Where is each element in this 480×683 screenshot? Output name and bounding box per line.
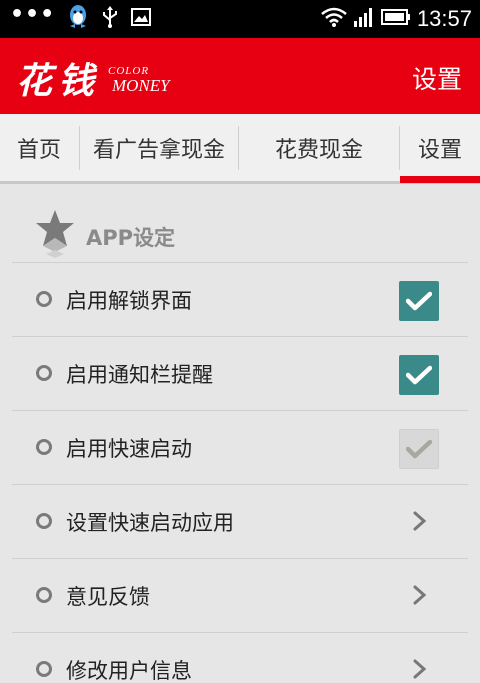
setting-row-quick-launch-app[interactable]: 设置快速启动应用	[12, 484, 468, 558]
qq-penguin-icon	[67, 4, 89, 34]
wifi-icon	[321, 6, 347, 32]
status-bar-notifications: •••	[10, 0, 152, 38]
status-bar: ••• 13:57	[0, 0, 480, 38]
chevron-right-icon	[412, 657, 428, 683]
signal-icon	[353, 6, 375, 32]
logo-en-bottom: MONEY	[112, 76, 170, 95]
tab-spend-cash[interactable]: 花费现金	[239, 114, 399, 181]
setting-row-unlock-screen[interactable]: 启用解锁界面	[12, 262, 468, 336]
star-icon	[34, 208, 76, 264]
app-header: 花钱 COLOR MONEY 设置	[0, 38, 480, 114]
setting-row-notification[interactable]: 启用通知栏提醒	[12, 336, 468, 410]
bullet-icon	[36, 439, 52, 455]
setting-label: 设置快速启动应用	[66, 511, 234, 535]
checkmark-icon	[406, 439, 432, 459]
notification-checkbox[interactable]	[399, 355, 439, 395]
active-tab-indicator	[400, 176, 480, 183]
setting-row-edit-user-info[interactable]: 修改用户信息	[12, 632, 468, 683]
page-title: 设置	[411, 65, 462, 94]
status-time: 13:57	[416, 6, 472, 31]
setting-label: 意见反馈	[66, 585, 150, 609]
checkmark-icon	[406, 291, 432, 311]
setting-label: 修改用户信息	[66, 659, 192, 683]
bullet-icon	[36, 661, 52, 677]
tab-settings[interactable]: 设置	[400, 114, 480, 181]
setting-row-feedback[interactable]: 意见反馈	[12, 558, 468, 632]
bullet-icon	[36, 291, 52, 307]
unlock-screen-checkbox[interactable]	[399, 281, 439, 321]
tab-home[interactable]: 首页	[0, 114, 78, 181]
tab-bar: 首页 看广告拿现金 花费现金 设置	[0, 114, 480, 184]
tab-watch-ads[interactable]: 看广告拿现金	[80, 114, 238, 181]
section-header: APP设定	[0, 200, 480, 262]
bullet-icon	[36, 513, 52, 529]
setting-label: 启用通知栏提醒	[66, 363, 213, 387]
section-title: APP设定	[86, 226, 176, 250]
setting-row-quick-launch[interactable]: 启用快速启动	[12, 410, 468, 484]
chevron-right-icon	[412, 583, 428, 611]
usb-icon	[101, 6, 119, 32]
image-icon	[131, 8, 152, 30]
checkmark-icon	[406, 365, 432, 385]
overflow-dots-icon: •••	[10, 2, 56, 27]
status-bar-system: 13:57	[321, 0, 472, 38]
app-logo: 花钱	[16, 61, 101, 102]
app-logo-english: COLOR MONEY	[108, 66, 170, 95]
battery-icon	[380, 8, 411, 30]
setting-label: 启用解锁界面	[66, 289, 192, 313]
quick-launch-checkbox[interactable]	[399, 429, 439, 469]
bullet-icon	[36, 587, 52, 603]
setting-label: 启用快速启动	[66, 437, 192, 461]
chevron-right-icon	[412, 509, 428, 537]
bullet-icon	[36, 365, 52, 381]
